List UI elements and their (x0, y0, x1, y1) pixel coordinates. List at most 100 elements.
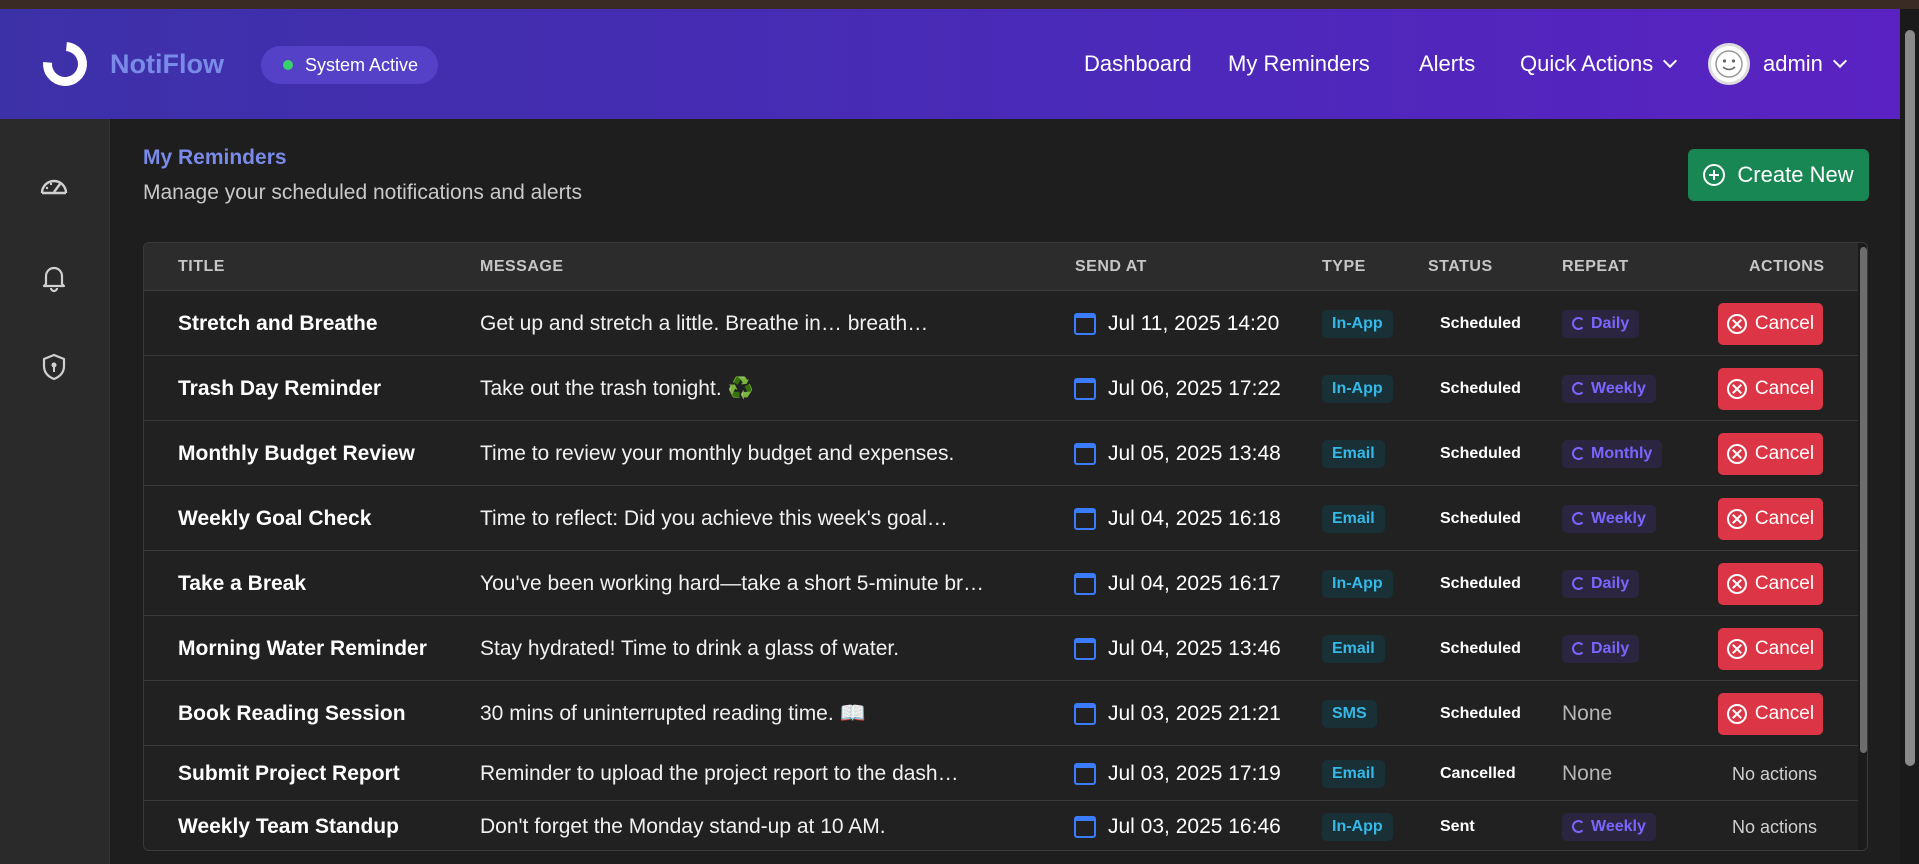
cancel-button[interactable]: Cancel (1718, 302, 1823, 345)
reminder-send-at: Jul 11, 2025 14:20 (1074, 312, 1279, 336)
status-text: Scheduled (1440, 379, 1521, 397)
reminder-send-at: Jul 06, 2025 17:22 (1074, 377, 1281, 401)
repeat-label: Weekly (1591, 379, 1646, 397)
send-at-value: Jul 03, 2025 17:19 (1108, 761, 1281, 785)
reminder-title: Monthly Budget Review (178, 441, 415, 465)
header-send-at: SEND AT (1075, 258, 1147, 275)
reminder-send-at: Jul 04, 2025 16:18 (1074, 507, 1281, 531)
x-circle-icon (1726, 703, 1747, 724)
repeat-icon (1572, 820, 1585, 833)
header-repeat: REPEAT (1562, 258, 1629, 275)
status-text: Scheduled (1440, 574, 1521, 592)
shield-icon[interactable] (38, 351, 70, 383)
x-circle-icon (1726, 508, 1747, 529)
reminder-send-at: Jul 03, 2025 16:46 (1074, 815, 1281, 839)
calendar-icon (1074, 762, 1096, 785)
send-at-value: Jul 04, 2025 16:18 (1108, 506, 1281, 530)
header-message: MESSAGE (480, 258, 564, 275)
create-new-button[interactable]: Create New (1688, 149, 1869, 201)
repeat-badge: Daily (1562, 569, 1640, 598)
repeat-label: Weekly (1591, 509, 1646, 527)
window-top-strip (0, 0, 1919, 9)
header-type: TYPE (1322, 258, 1366, 275)
table-header: TITLE MESSAGE SEND AT TYPE STATUS REPEAT… (144, 243, 1858, 291)
type-badge: Email (1322, 504, 1385, 533)
x-circle-icon (1726, 313, 1747, 334)
nav-my-reminders[interactable]: My Reminders (1228, 51, 1370, 77)
repeat-badge: Weekly (1562, 504, 1656, 533)
page-title: My Reminders (143, 146, 287, 169)
cancel-button[interactable]: Cancel (1718, 627, 1823, 670)
cancel-label: Cancel (1754, 637, 1815, 659)
nav-dashboard[interactable]: Dashboard (1084, 51, 1192, 77)
cancel-button[interactable]: Cancel (1718, 367, 1823, 410)
reminder-message: Take out the trash tonight. ♻️ (480, 376, 754, 400)
reminder-message: Stay hydrated! Time to drink a glass of … (480, 636, 900, 660)
reminder-message: You've been working hard—take a short 5-… (480, 571, 985, 595)
status-text: Scheduled (1440, 444, 1521, 462)
page-scrollbar-thumb[interactable] (1905, 30, 1915, 766)
type-badge: Email (1322, 439, 1385, 468)
reminder-title: Book Reading Session (178, 701, 406, 725)
type-badge: SMS (1322, 699, 1377, 728)
reminder-title: Submit Project Report (178, 761, 400, 785)
repeat-icon (1572, 317, 1585, 330)
reminder-send-at: Jul 03, 2025 17:19 (1074, 762, 1281, 786)
repeat-icon (1572, 447, 1585, 460)
repeat-badge: Weekly (1562, 812, 1656, 841)
repeat-label: Daily (1591, 314, 1630, 332)
type-badge: Email (1322, 759, 1385, 788)
avatar[interactable] (1708, 43, 1750, 85)
table-row: Monthly Budget Review Time to review your… (144, 421, 1858, 486)
nav-quick-actions[interactable]: Quick Actions (1520, 51, 1678, 77)
cancel-button[interactable]: Cancel (1718, 562, 1823, 605)
logo-icon (34, 33, 96, 95)
table-row: Morning Water Reminder Stay hydrated! Tim… (144, 616, 1858, 681)
reminder-title: Weekly Team Standup (178, 814, 399, 838)
calendar-icon (1074, 572, 1096, 595)
table-row: Take a Break You've been working hard—tak… (144, 551, 1858, 616)
table-row: Book Reading Session 30 mins of uninterru… (144, 681, 1858, 746)
sidebar (0, 119, 110, 864)
repeat-badge: Daily (1562, 309, 1640, 338)
calendar-icon (1074, 702, 1096, 725)
header-actions: ACTIONS (1749, 258, 1825, 275)
reminder-send-at: Jul 04, 2025 13:46 (1074, 637, 1281, 661)
speedometer-icon[interactable] (38, 171, 70, 203)
no-actions-text: No actions (1732, 816, 1818, 837)
system-status-badge: System Active (261, 46, 439, 84)
x-circle-icon (1726, 638, 1747, 659)
brand-name[interactable]: NotiFlow (110, 49, 224, 80)
status-text: Cancelled (1440, 764, 1516, 782)
cancel-label: Cancel (1754, 442, 1815, 464)
reminder-message: Time to review your monthly budget and e… (480, 441, 955, 465)
repeat-icon (1572, 577, 1585, 590)
nav-alerts[interactable]: Alerts (1419, 51, 1475, 77)
status-text: Scheduled (1440, 704, 1521, 722)
status-text: Scheduled (1440, 509, 1521, 527)
plus-circle-icon (1703, 164, 1726, 186)
reminder-send-at: Jul 03, 2025 21:21 (1074, 702, 1281, 726)
reminder-title: Weekly Goal Check (178, 506, 372, 530)
repeat-label: Daily (1591, 574, 1630, 592)
cancel-label: Cancel (1754, 377, 1815, 399)
cancel-button[interactable]: Cancel (1718, 692, 1823, 735)
table-row: Submit Project Report Reminder to upload … (144, 746, 1858, 801)
user-menu[interactable]: admin (1763, 51, 1847, 77)
cancel-button[interactable]: Cancel (1718, 497, 1823, 540)
table-scrollbar-thumb[interactable] (1860, 247, 1867, 753)
send-at-value: Jul 06, 2025 17:22 (1108, 376, 1281, 400)
repeat-label: Weekly (1591, 817, 1646, 835)
send-at-value: Jul 05, 2025 13:48 (1108, 441, 1281, 465)
repeat-badge: Daily (1562, 634, 1640, 663)
cancel-label: Cancel (1754, 312, 1815, 334)
repeat-label: Monthly (1591, 444, 1653, 462)
top-navbar: NotiFlow System Active Dashboard My Remi… (0, 9, 1900, 119)
reminders-table: TITLE MESSAGE SEND AT TYPE STATUS REPEAT… (143, 242, 1868, 851)
type-badge: In-App (1322, 569, 1393, 598)
calendar-icon (1074, 312, 1096, 335)
send-at-value: Jul 03, 2025 21:21 (1108, 701, 1281, 725)
bell-icon[interactable] (38, 261, 70, 293)
cancel-button[interactable]: Cancel (1718, 432, 1823, 475)
chevron-down-icon (1663, 53, 1678, 69)
